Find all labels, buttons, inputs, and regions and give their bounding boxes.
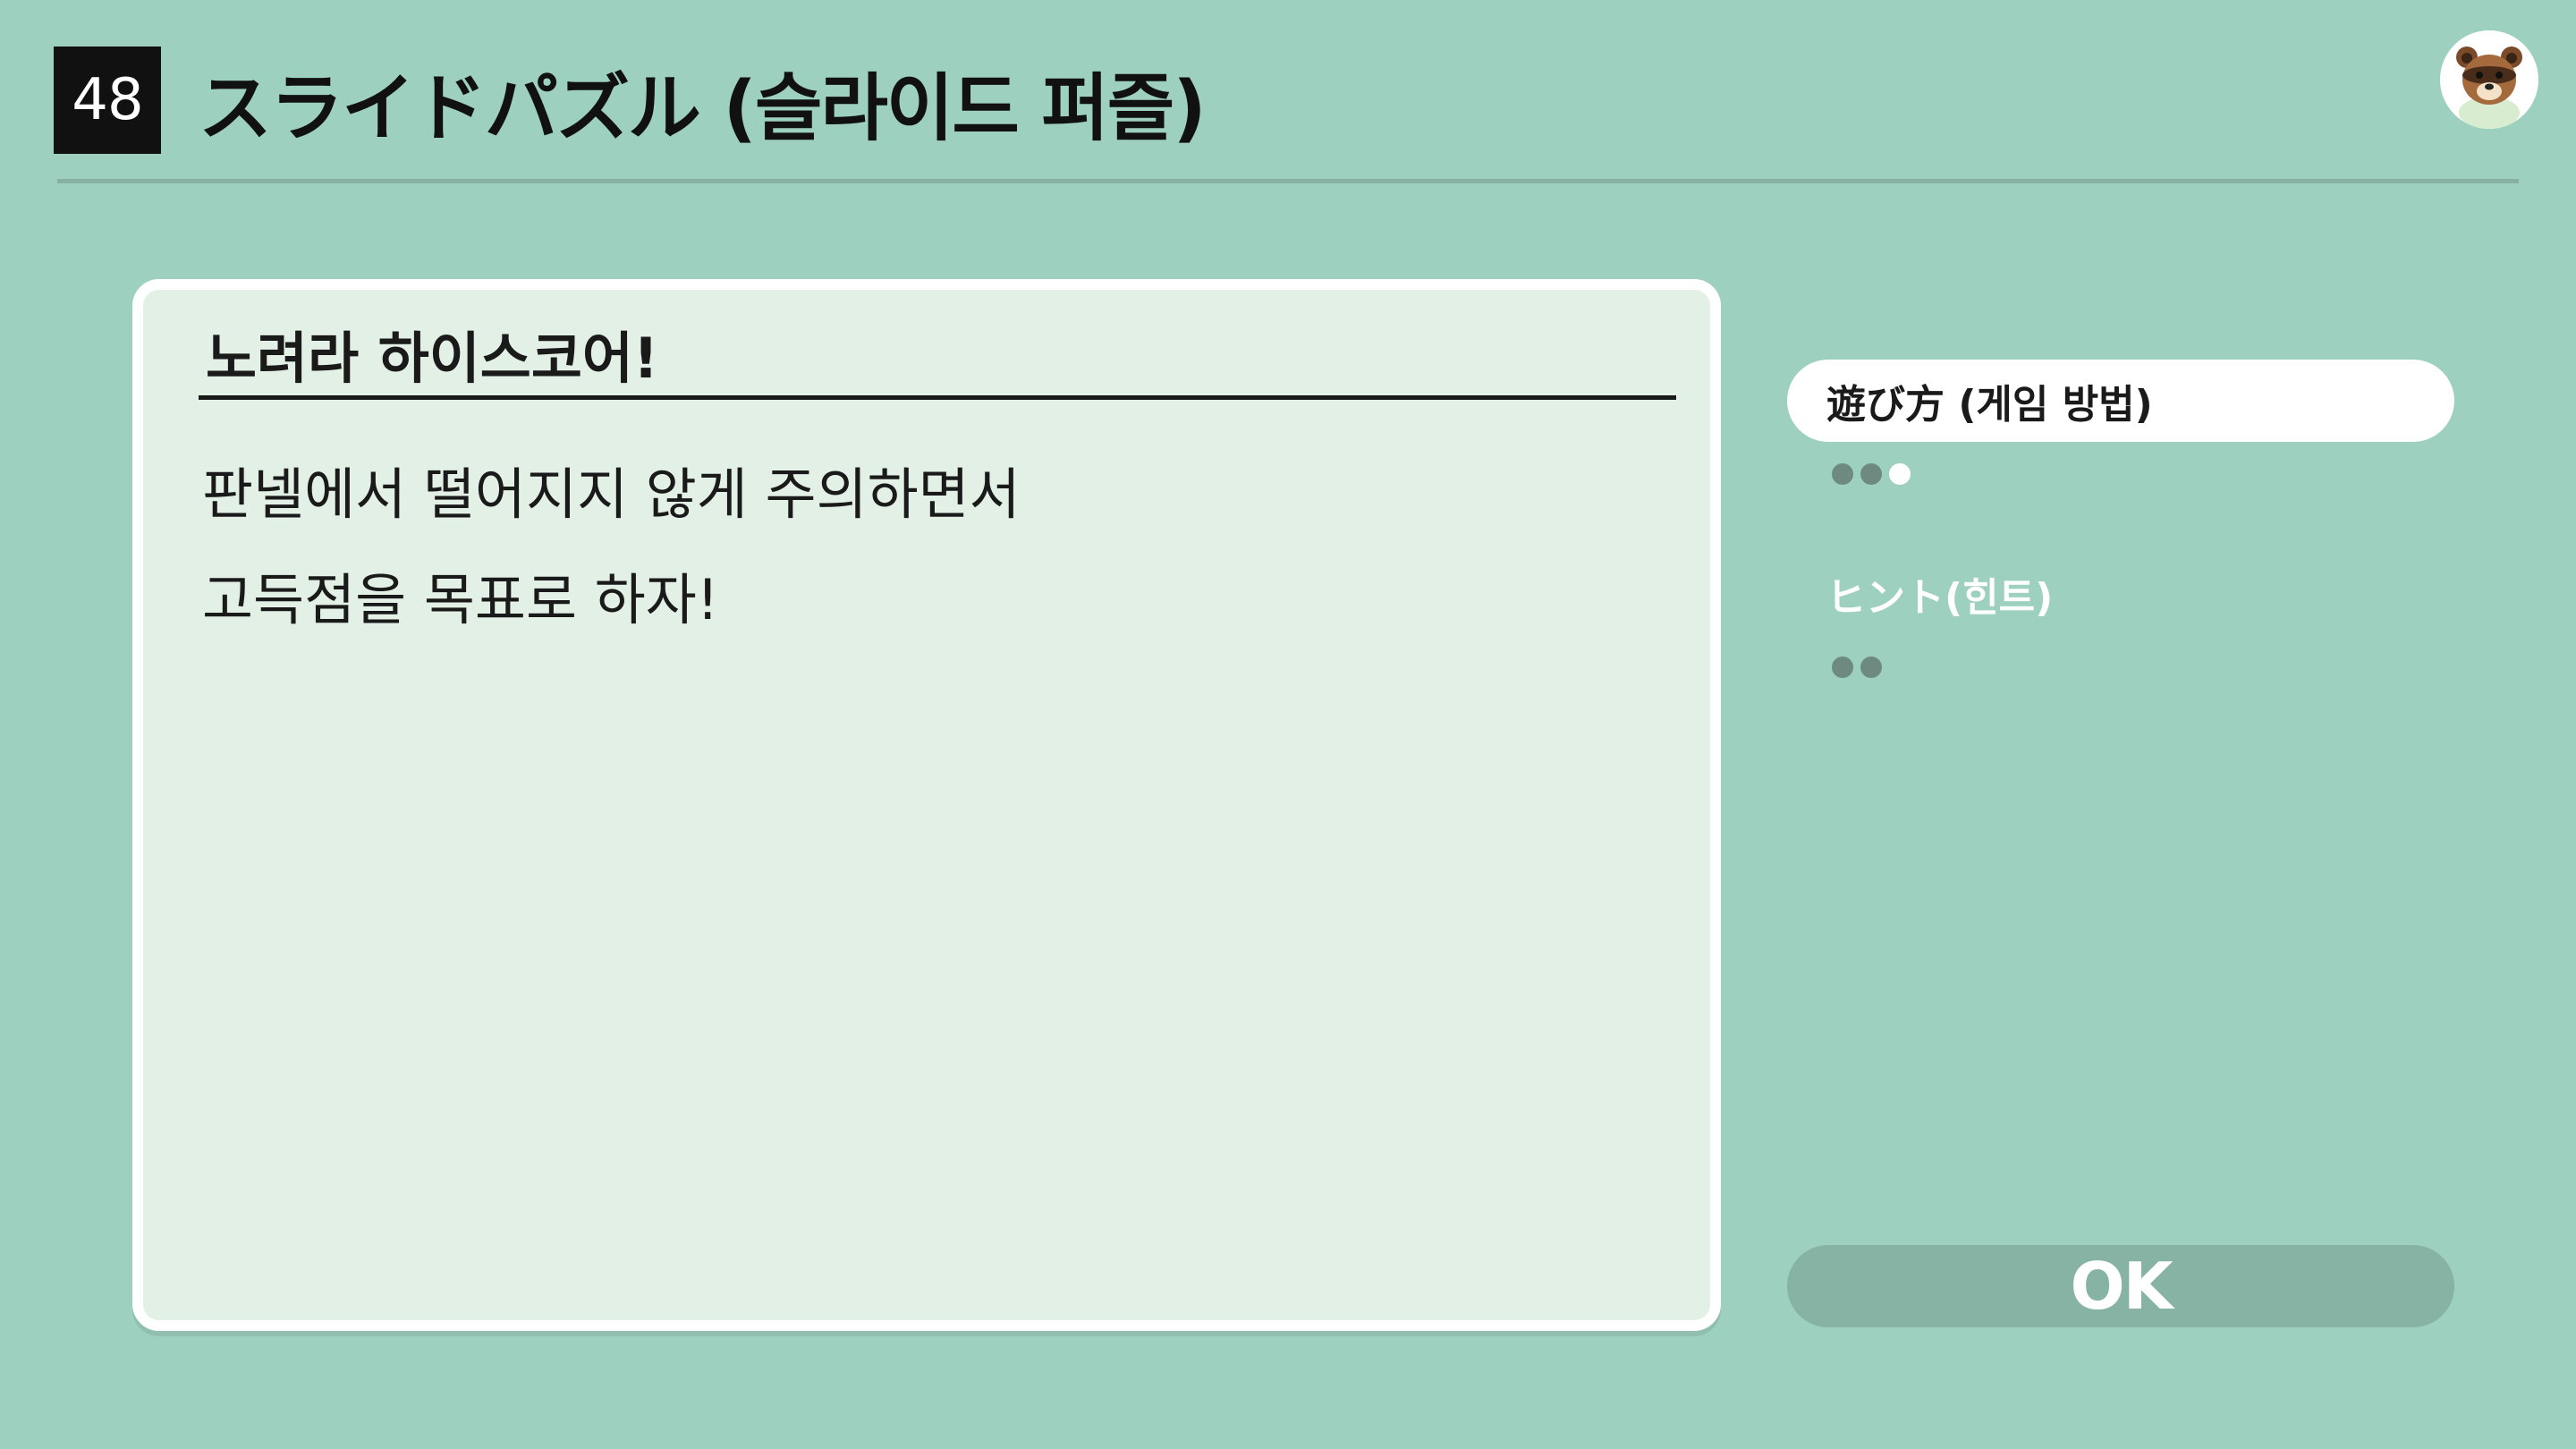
- tom-nook-avatar-art: [2440, 30, 2538, 129]
- panel-heading: 노려라 하이스코어!: [206, 326, 659, 391]
- page-dot: [1832, 463, 1853, 485]
- panel-text-line: 판넬에서 떨어지지 않게 주의하면서: [202, 462, 1021, 527]
- panel-text-line: 고득점을 목표로 하자!: [202, 567, 719, 632]
- page-dot: [1832, 657, 1853, 678]
- game-number-badge: 48: [54, 47, 161, 154]
- menu-item-label: 遊び方 (게임 방법): [1826, 382, 2153, 428]
- page-indicator-hint: [1832, 657, 1882, 678]
- info-panel: 노려라 하이스코어! 판넬에서 떨어지지 않게 주의하면서 고득점을 목표로 하…: [132, 279, 1721, 1331]
- ok-button[interactable]: OK: [1787, 1245, 2454, 1327]
- game-screen: 48 スライドパズル (슬라이드 퍼즐) 노려라 하이스코어! 판넬에서 떨어지…: [0, 0, 2576, 1449]
- game-title: スライドパズル (슬라이드 퍼즐): [199, 65, 1207, 151]
- page-dot-current: [1889, 463, 1911, 485]
- page-indicator-how-to-play: [1832, 463, 1911, 485]
- page-dot: [1860, 463, 1882, 485]
- menu-item-how-to-play[interactable]: 遊び方 (게임 방법): [1787, 360, 2454, 442]
- page-dot: [1860, 657, 1882, 678]
- tom-nook-avatar-icon: [2440, 30, 2538, 129]
- panel-heading-divider: [199, 395, 1676, 400]
- menu-item-label: ヒント(힌트): [1826, 575, 2054, 621]
- header-divider: [57, 179, 2519, 183]
- menu-item-hint[interactable]: ヒント(힌트): [1787, 553, 2454, 635]
